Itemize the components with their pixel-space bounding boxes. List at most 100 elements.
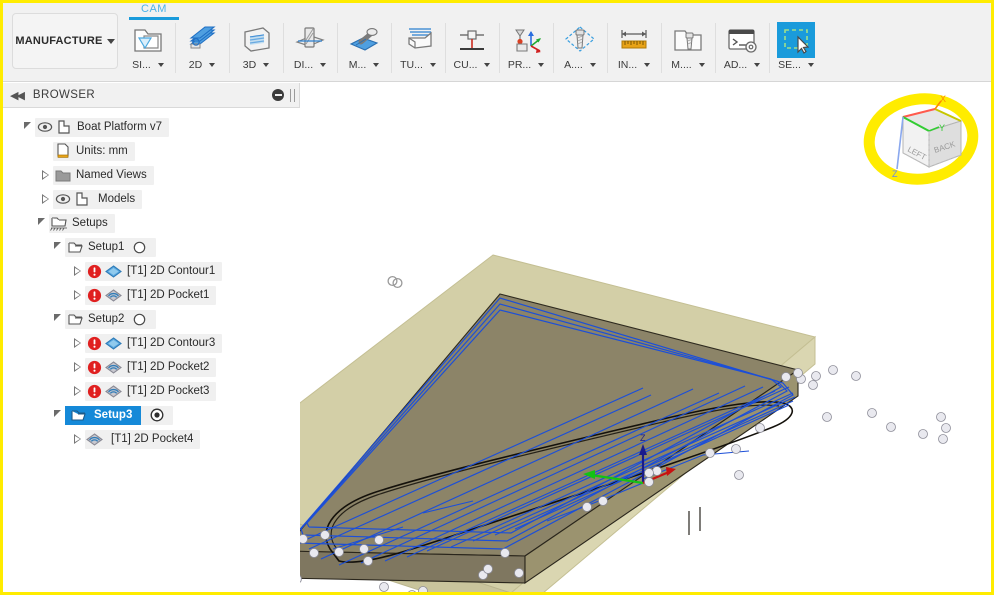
twisty-open-icon[interactable] [49,238,65,257]
tree-item-setup1[interactable]: Setup1 [3,235,300,259]
tool-actions[interactable]: A.... [553,21,607,79]
twisty-closed-icon[interactable] [69,286,85,305]
tool-cutting[interactable]: CU... [445,21,499,79]
tool-drilling-text: DI... [293,59,314,71]
warning-error-icon [85,262,104,281]
highlight-annotation [863,93,979,185]
tool-manage[interactable]: M.... [661,21,715,79]
tool-setup[interactable]: SI... [121,21,175,79]
tool-addins[interactable]: AD... [715,21,769,79]
add-ins-script-icon [723,22,761,58]
chevron-down-icon [538,63,545,67]
browser-panel-title: BROWSER [32,89,96,101]
twisty-closed-icon[interactable] [69,358,85,377]
tree-item-models[interactable]: Models [3,187,300,211]
warning-error-icon [85,382,104,401]
twisty-closed-icon[interactable] [37,166,53,185]
tree-item-document-label: Boat Platform v7 [77,121,163,133]
tool-select[interactable]: SE... [769,21,823,79]
twisty-closed-icon[interactable] [69,334,85,353]
twisty-closed-icon[interactable] [69,382,85,401]
tool-addins-label: AD... [724,59,761,71]
folder-icon [53,166,72,185]
tree-item-setups[interactable]: Setups [3,211,300,235]
tool-drilling-label: DI... [293,59,327,71]
tool-cutting-label: CU... [454,59,491,71]
chevron-down-icon [698,63,705,67]
setups-folder-icon [49,214,68,233]
setup-state-circle-icon[interactable] [130,238,149,257]
twisty-closed-icon[interactable] [37,190,53,209]
eye-icon[interactable] [35,118,54,137]
eye-icon[interactable] [53,190,72,209]
tool-select-text: SE... [778,59,801,71]
panel-resize-grip[interactable] [290,88,295,102]
tree-item-contour3[interactable]: [T1] 2D Contour3 [3,331,300,355]
tool-inspect[interactable]: IN... [607,21,661,79]
twisty-open-icon[interactable] [49,310,65,329]
tool-multiaxis-label: M... [349,59,380,71]
tree-item-pocket2[interactable]: [T1] 2D Pocket2 [3,355,300,379]
tree-item-pocket4[interactable]: [T1] 2D Pocket4 [3,427,300,451]
chevron-down-icon [320,63,327,67]
tool-3d[interactable]: 3D [229,21,283,79]
tab-cam[interactable]: CAM [124,3,184,21]
actions-icon [561,22,599,58]
tree-item-units-label: Units: mm [76,145,128,157]
twisty-closed-icon[interactable] [69,430,85,449]
chevron-down-icon [754,63,761,67]
tree-item-named-views[interactable]: Named Views [3,163,300,187]
tool-probing[interactable]: PR... [499,21,553,79]
workspace-switcher-button[interactable]: MANUFACTURE [12,13,118,69]
tree-item-named-views-label: Named Views [76,169,147,181]
tree-item-units[interactable]: Units: mm [3,139,300,163]
tool-probing-text: PR... [507,59,532,71]
warning-error-icon [85,334,104,353]
minimize-circle-icon[interactable] [272,89,284,101]
svg-text:Z: Z [640,433,646,443]
tree-item-setup2[interactable]: Setup2 [3,307,300,331]
ribbon-tool-group: SI... 2D 3D DI... M... TU... CU... PR...… [121,21,823,79]
viewcube-axis-x-label: X [940,94,946,104]
manage-library-icon [669,22,707,58]
setup-state-active-radio-icon[interactable] [147,406,166,425]
tree-item-setup3[interactable]: Setup3 [3,403,300,427]
cutting-icon [453,22,491,58]
chevron-down-icon [644,63,651,67]
viewcube-face-back-label: BACK [933,139,957,154]
viewcube-axis-y-label: Y [939,123,945,133]
tool-turning[interactable]: TU... [391,21,445,79]
tree-item-setup1-label: Setup1 [88,241,125,253]
tree-item-document[interactable]: Boat Platform v7 [3,115,300,139]
setup-state-circle-icon[interactable] [130,310,149,329]
setup-icon [65,238,84,257]
twisty-open-icon[interactable] [49,406,65,425]
tree-item-pocket2-label: [T1] 2D Pocket2 [127,361,210,373]
tree-item-models-label: Models [98,193,136,205]
tree-item-contour1[interactable]: [T1] 2D Contour1 [3,259,300,283]
viewcube-face-left-label: LEFT [906,145,928,162]
tree-item-pocket1-label: [T1] 2D Pocket1 [127,289,210,301]
drilling-icon [291,22,329,58]
2d-milling-icon [183,22,221,58]
chevron-down-icon [589,63,596,67]
fusion360-manufacture-window: CAM MANUFACTURE SI... 2D 3D DI... M... T… [0,0,994,595]
tool-multiaxis[interactable]: M... [337,21,391,79]
twisty-closed-icon[interactable] [69,262,85,281]
view-cube[interactable]: X Y Z LEFT BACK [863,91,983,191]
tree-item-setup2-label: Setup2 [88,313,125,325]
pocket-op-icon [104,382,123,401]
tool-inspect-text: IN... [617,59,638,71]
component-icon [54,118,73,137]
wcs-triad: Z [583,433,676,485]
twisty-open-icon[interactable] [19,118,35,137]
tool-2d[interactable]: 2D [175,21,229,79]
tree-item-pocket3[interactable]: [T1] 2D Pocket3 [3,379,300,403]
multi-axis-icon [345,22,383,58]
tool-probing-label: PR... [507,59,545,71]
tree-item-pocket1[interactable]: [T1] 2D Pocket1 [3,283,300,307]
twisty-open-icon[interactable] [33,214,49,233]
tool-drilling[interactable]: DI... [283,21,337,79]
setup-icon [68,406,87,425]
double-chevron-left-icon[interactable]: ◀◀ [10,89,25,102]
